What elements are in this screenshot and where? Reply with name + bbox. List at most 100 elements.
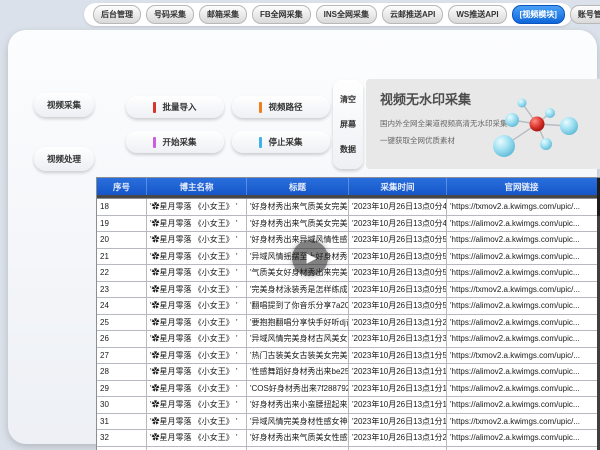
table-row[interactable]: 19'✿星月零落 《小女王》 ''好身材秀出来气质美女完美身...'2023年1… [97, 216, 600, 233]
nav-tab-1[interactable]: 后台管理 [93, 5, 141, 24]
table-cell: '好身材秀出来气质美女性感古... [247, 430, 349, 446]
table-cell: '2023年10月26日13点0分49秒' [349, 216, 447, 232]
table-cell: '✿星月零落 《小女王》 ' [147, 348, 247, 364]
table-cell: '2023年10月26日13点0分59秒' [349, 298, 447, 314]
table-cell: 'https://alimov2.a.kwimgs.com/upic... [447, 331, 596, 347]
table-cell: '热门古装美女古装美女完美身... [247, 348, 349, 364]
table-row[interactable]: 33'✿星月零落 《小女王》 ''好身材秀出来COS魔法表情4...'2023年… [97, 447, 600, 450]
table-cell: '2023年10月26日13点0分57秒' [349, 282, 447, 298]
table-cell: '✿星月零落 《小女王》 ' [147, 364, 247, 380]
nav-tab-7[interactable]: WS推送API [448, 5, 506, 24]
sidebar-item-label: 视频处理 [47, 153, 81, 165]
table-row[interactable]: 18'✿星月零落 《小女王》 ''好身材秀出来气质美女完美身...'2023年1… [97, 199, 600, 216]
table-cell: '2023年10月26日13点0分56秒' [349, 265, 447, 281]
table-cell: '✿星月零落 《小女王》 ' [147, 199, 247, 215]
column-header[interactable]: 官网链接 [447, 178, 596, 195]
table-cell: '✿星月零落 《小女王》 ' [147, 430, 247, 446]
table-cell: '✿星月零落 《小女王》 ' [147, 249, 247, 265]
nav-tab-6[interactable]: 云邮推送API [382, 5, 443, 24]
table-cell: '完美身材泳装秀是怎样练成的... [247, 282, 349, 298]
banner-subtitle: 一键获取全网优质素材 [380, 135, 455, 146]
table-row[interactable]: 25'✿星月零落 《小女王》 ''要抱抱翻唱分享快手好听dj音...'2023年… [97, 315, 600, 332]
table-row[interactable]: 22'✿星月零落 《小女王》 ''气质美女好身材秀出来完美身...'2023年1… [97, 265, 600, 282]
play-icon: ▶ [307, 250, 317, 266]
table-cell: '✿星月零落 《小女王》 ' [147, 282, 247, 298]
tool-button-label: 停止采集 [268, 136, 302, 148]
table-cell: 'https://txmov2.a.kwimgs.com/upic/... [447, 348, 596, 364]
table-row[interactable]: 30'✿星月零落 《小女王》 ''好身材秀出来小蛮腰扭起来颜...'2023年1… [97, 397, 600, 414]
table-cell: '✿星月零落 《小女王》 ' [147, 381, 247, 397]
nav-tab-9[interactable]: 账号管理 [570, 5, 600, 24]
tool-button-1[interactable]: 批量导入 [126, 96, 224, 118]
tool-button-label: 开始采集 [162, 136, 196, 148]
table-cell: 30 [97, 397, 147, 413]
table-row[interactable]: 21'✿星月零落 《小女王》 ''异域风情摇摆至上好身材秀出...'2023年1… [97, 249, 600, 266]
table-cell: 'COS好身材秀出来7f288792' [247, 381, 349, 397]
play-button-overlay[interactable]: ▶ [292, 240, 328, 276]
table-cell: '✿星月零落 《小女王》 ' [147, 298, 247, 314]
tool-button-2[interactable]: 视频路径 [232, 96, 330, 118]
tool-button-4[interactable]: 停止采集 [232, 131, 330, 153]
tool-button-3[interactable]: 开始采集 [126, 131, 224, 153]
table-cell: '异域风情完美身材性感女神c... [247, 414, 349, 430]
table-cell: '✿星月零落 《小女王》 ' [147, 232, 247, 248]
table-cell: 27 [97, 348, 147, 364]
table-cell: '2023年10月26日13点1分3秒' [349, 331, 447, 347]
table-cell: 29 [97, 381, 147, 397]
table-cell: 19 [97, 216, 147, 232]
table-row[interactable]: 20'✿星月零落 《小女王》 ''好身材秀出来异域风情性感美...'2023年1… [97, 232, 600, 249]
column-header[interactable]: 博主名称 [147, 178, 247, 195]
table-cell: '✿星月零落 《小女王》 ' [147, 447, 247, 450]
table-row[interactable]: 24'✿星月零落 《小女王》 ''翻唱提到了你音乐分享7a20e...'2023… [97, 298, 600, 315]
clear-screen-label-line: 屏幕 [340, 119, 356, 130]
table-cell: 23 [97, 282, 147, 298]
top-navbar: 后台管理号码采集邮箱采集 FB全网采集 INS全网采集云邮推送API WS推送API [… [84, 3, 572, 26]
table-cell: 33 [97, 447, 147, 450]
table-row[interactable]: 26'✿星月零落 《小女王》 ''异域风情完美身材古风美女5...'2023年1… [97, 331, 600, 348]
clear-screen-button[interactable]: 清空屏幕数据 [333, 80, 363, 169]
table-cell: 'https://txmov2.a.kwimgs.com/upic/... [447, 282, 596, 298]
table-row[interactable]: 32'✿星月零落 《小女王》 ''好身材秀出来气质美女性感古...'2023年1… [97, 430, 600, 447]
table-cell: '2023年10月26日13点1分17秒' [349, 397, 447, 413]
sidebar-item-label: 视频采集 [47, 99, 81, 111]
nav-tab-5[interactable]: INS全网采集 [316, 5, 377, 24]
table-cell: 'https://alimov2.a.kwimgs.com/upic... [447, 298, 596, 314]
column-header[interactable]: 序号 [97, 178, 147, 195]
table-cell: '✿星月零落 《小女王》 ' [147, 414, 247, 430]
table-cell: 'https://alimov2.a.kwimgs.com/upic... [447, 232, 596, 248]
sidebar-item-video-process[interactable]: 视频处理 [34, 147, 94, 171]
table-row[interactable]: 27'✿星月零落 《小女王》 ''热门古装美女古装美女完美身...'2023年1… [97, 348, 600, 365]
table-row[interactable]: 23'✿星月零落 《小女王》 ''完美身材泳装秀是怎样练成的...'2023年1… [97, 282, 600, 299]
table-row[interactable]: 29'✿星月零落 《小女王》 ''COS好身材秀出来7f288792''2023… [97, 381, 600, 398]
table-cell: 'https://alimov2.a.kwimgs.com/upic... [447, 364, 596, 380]
column-header[interactable]: 采集时间 [349, 178, 447, 195]
table-cell: '2023年10月26日13点1分19秒' [349, 414, 447, 430]
table-cell: 'https://alimov2.a.kwimgs.com/upic... [447, 381, 596, 397]
nav-tab-4[interactable]: FB全网采集 [252, 5, 311, 24]
sidebar-item-video-capture[interactable]: 视频采集 [34, 93, 94, 117]
table-cell: 22 [97, 265, 147, 281]
accent-bar-icon [153, 137, 156, 148]
nav-tab-2[interactable]: 号码采集 [146, 5, 194, 24]
table-cell: 32 [97, 430, 147, 446]
table-row[interactable]: 28'✿星月零落 《小女王》 ''性感舞蹈好身材秀出来be254...'2023… [97, 364, 600, 381]
clear-screen-label-line: 清空 [340, 94, 356, 105]
table-cell: '✿星月零落 《小女王》 ' [147, 397, 247, 413]
table-cell: 25 [97, 315, 147, 331]
nav-tab-8[interactable]: [视频模块] [512, 5, 565, 24]
table-cell: '2023年10月26日13点0分46秒' [349, 199, 447, 215]
table-cell: '2023年10月26日13点1分12秒' [349, 364, 447, 380]
network-graph-icon [473, 81, 600, 167]
table-cell: 'https://alimov2.a.kwimgs.com/upic... [447, 265, 596, 281]
table-cell: '2023年10月26日13点1分24秒' [349, 430, 447, 446]
nav-tab-3[interactable]: 邮箱采集 [199, 5, 247, 24]
column-header[interactable]: 标题 [247, 178, 349, 195]
table-cell: 'https://alimov2.a.kwimgs.com/upic... [447, 447, 596, 450]
table-cell: '性感舞蹈好身材秀出来be254... [247, 364, 349, 380]
table-row[interactable]: 31'✿星月零落 《小女王》 ''异域风情完美身材性感女神c...'2023年1… [97, 414, 600, 431]
clear-screen-label-line: 数据 [340, 144, 356, 155]
table-cell: '好身材秀出来小蛮腰扭起来颜... [247, 397, 349, 413]
table-cell: '翻唱提到了你音乐分享7a20e... [247, 298, 349, 314]
table-body: 18'✿星月零落 《小女王》 ''好身材秀出来气质美女完美身...'2023年1… [97, 199, 600, 450]
table-cell: '2023年10月26日13点1分15秒' [349, 381, 447, 397]
